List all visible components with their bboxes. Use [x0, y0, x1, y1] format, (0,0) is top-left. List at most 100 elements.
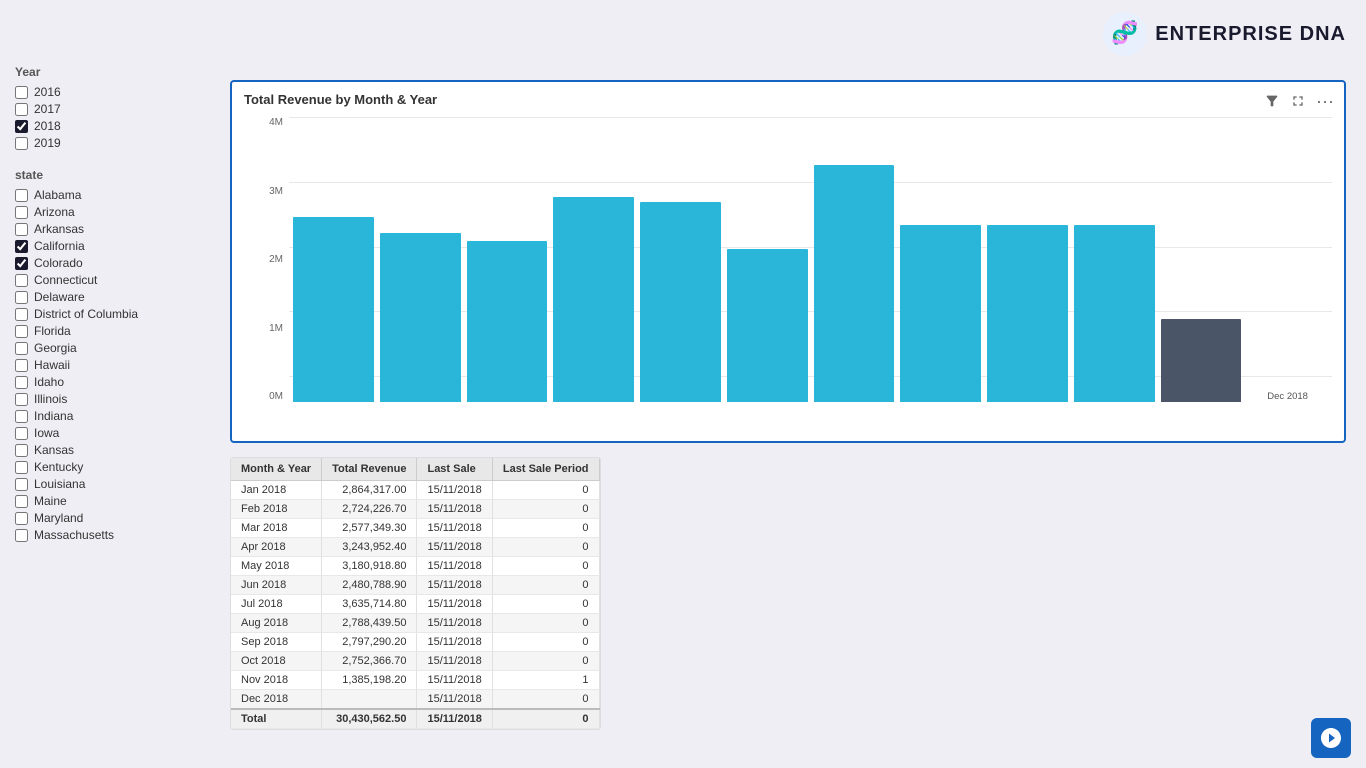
bar-Aug-2018[interactable]: [900, 225, 981, 402]
bar-wrapper: [293, 142, 374, 402]
table-row: Feb 20182,724,226.7015/11/20180: [231, 500, 599, 519]
table-cell: [322, 690, 417, 710]
state-checkbox-item: Massachusetts: [15, 528, 220, 542]
state-checkbox-item: Louisiana: [15, 477, 220, 491]
chart-area: Jan 2018Feb 2018Mar 2018Apr 2018May 2018…: [289, 117, 1332, 402]
chart-title: Total Revenue by Month & Year: [244, 92, 1332, 107]
y-axis-label: 0M: [269, 391, 283, 402]
state-checkboxes: AlabamaArizonaArkansasCaliforniaColorado…: [15, 188, 220, 542]
bar-wrapper: [1161, 142, 1242, 402]
state-checkbox-Louisiana[interactable]: [15, 478, 28, 491]
bar-wrapper: [380, 142, 461, 402]
table-cell: 0: [492, 576, 599, 595]
y-axis-label: 4M: [269, 117, 283, 128]
bar-Apr-2018[interactable]: [553, 197, 634, 402]
state-checkbox-label: Delaware: [34, 290, 85, 304]
state-checkbox-item: California: [15, 239, 220, 253]
bar-Sep-2018[interactable]: [987, 225, 1068, 402]
year-checkbox-item: 2018: [15, 119, 220, 133]
year-checkbox-2017[interactable]: [15, 103, 28, 116]
state-checkbox-Maine[interactable]: [15, 495, 28, 508]
bar-Jan-2018[interactable]: [293, 217, 374, 402]
bar-Jun-2018[interactable]: [727, 249, 808, 402]
state-checkbox-item: Maryland: [15, 511, 220, 525]
bar-Mar-2018[interactable]: [467, 241, 548, 402]
filter-icon[interactable]: [1264, 93, 1280, 109]
table-cell: 0: [492, 614, 599, 633]
bar-chart: 4M3M2M1M0M Jan 2018Feb 2018Mar 2018Apr 2…: [244, 117, 1332, 427]
year-checkbox-2016[interactable]: [15, 86, 28, 99]
subscribe-button[interactable]: [1311, 718, 1351, 758]
state-checkbox-Iowa[interactable]: [15, 427, 28, 440]
table-cell: 3,243,952.40: [322, 538, 417, 557]
state-checkbox-District-of-Columbia[interactable]: [15, 308, 28, 321]
state-checkbox-Georgia[interactable]: [15, 342, 28, 355]
year-filter-section: Year 2016201720182019: [15, 65, 220, 150]
bar-Feb-2018[interactable]: [380, 233, 461, 402]
bar-May-2018[interactable]: [640, 202, 721, 402]
state-checkbox-Illinois[interactable]: [15, 393, 28, 406]
table-cell: Feb 2018: [231, 500, 322, 519]
chart-card: Total Revenue by Month & Year ··· 4M3M2M…: [230, 80, 1346, 443]
y-axis-label: 1M: [269, 323, 283, 334]
table-cell: 15/11/2018: [417, 690, 492, 710]
state-checkbox-Kansas[interactable]: [15, 444, 28, 457]
table-cell: 0: [492, 538, 599, 557]
state-checkbox-Idaho[interactable]: [15, 376, 28, 389]
table-cell: 15/11/2018: [417, 576, 492, 595]
year-checkbox-item: 2017: [15, 102, 220, 116]
state-checkbox-California[interactable]: [15, 240, 28, 253]
table-cell: 3,180,918.80: [322, 557, 417, 576]
state-checkbox-Kentucky[interactable]: [15, 461, 28, 474]
state-checkbox-label: Arizona: [34, 205, 75, 219]
state-checkbox-Connecticut[interactable]: [15, 274, 28, 287]
logo-area: 🧬 ENTERPRISE DNA: [1103, 12, 1346, 56]
state-checkbox-Indiana[interactable]: [15, 410, 28, 423]
year-checkbox-label: 2016: [34, 85, 61, 99]
state-checkbox-Hawaii[interactable]: [15, 359, 28, 372]
year-checkbox-2019[interactable]: [15, 137, 28, 150]
more-options-icon[interactable]: ···: [1316, 92, 1334, 110]
state-checkbox-item: Colorado: [15, 256, 220, 270]
state-checkbox-Arkansas[interactable]: [15, 223, 28, 236]
table-cell: 15/11/2018: [417, 481, 492, 500]
state-checkbox-item: Florida: [15, 324, 220, 338]
table-cell: 2,864,317.00: [322, 481, 417, 500]
table-cell: Dec 2018: [231, 690, 322, 710]
state-checkbox-item: Delaware: [15, 290, 220, 304]
state-checkbox-Delaware[interactable]: [15, 291, 28, 304]
table-cell: Mar 2018: [231, 519, 322, 538]
expand-icon[interactable]: [1290, 93, 1306, 109]
data-table: Month & YearTotal RevenueLast SaleLast S…: [231, 458, 600, 729]
y-axis-label: 2M: [269, 254, 283, 265]
state-checkbox-Maryland[interactable]: [15, 512, 28, 525]
year-checkbox-label: 2017: [34, 102, 61, 116]
table-cell: 15/11/2018: [417, 595, 492, 614]
table-column-header: Month & Year: [231, 458, 322, 481]
table-cell: Jun 2018: [231, 576, 322, 595]
bar-wrapper: [900, 142, 981, 402]
bar-wrapper: [553, 142, 634, 402]
table-row: Jan 20182,864,317.0015/11/20180: [231, 481, 599, 500]
state-checkbox-Massachusetts[interactable]: [15, 529, 28, 542]
table-cell: Sep 2018: [231, 633, 322, 652]
state-checkbox-Alabama[interactable]: [15, 189, 28, 202]
bar-Jul-2018[interactable]: [814, 165, 895, 402]
state-checkbox-item: Connecticut: [15, 273, 220, 287]
bar-wrapper: [814, 142, 895, 402]
bar-Nov-2018[interactable]: [1161, 319, 1242, 402]
chart-toolbar: ···: [1264, 92, 1334, 110]
state-checkbox-Arizona[interactable]: [15, 206, 28, 219]
table-card: Month & YearTotal RevenueLast SaleLast S…: [230, 457, 601, 730]
table-cell: 15/11/2018: [417, 671, 492, 690]
state-checkbox-Colorado[interactable]: [15, 257, 28, 270]
bar-wrapper: [987, 142, 1068, 402]
bar-Oct-2018[interactable]: [1074, 225, 1155, 402]
state-checkbox-label: Arkansas: [34, 222, 84, 236]
year-checkbox-2018[interactable]: [15, 120, 28, 133]
table-cell: May 2018: [231, 557, 322, 576]
state-checkbox-item: Idaho: [15, 375, 220, 389]
state-checkbox-item: Indiana: [15, 409, 220, 423]
state-checkbox-Florida[interactable]: [15, 325, 28, 338]
table-cell: Jan 2018: [231, 481, 322, 500]
